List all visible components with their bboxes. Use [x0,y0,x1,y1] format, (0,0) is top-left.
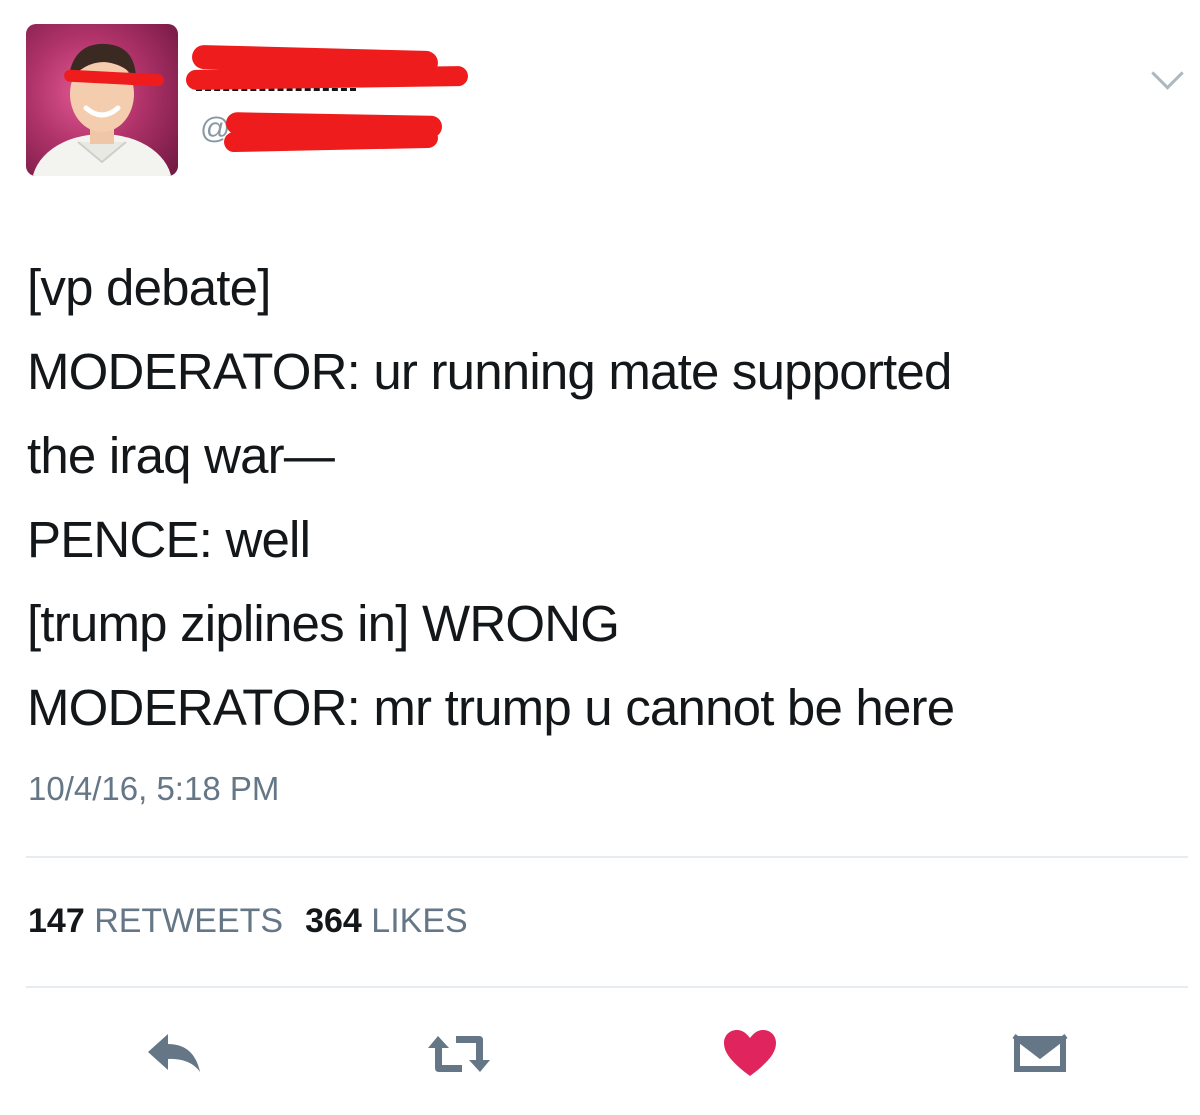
avatar[interactable] [26,24,178,176]
reply-icon [148,1034,200,1072]
redacted-handle-stroke [223,127,439,153]
divider [26,856,1188,858]
direct-message-icon [1012,1034,1068,1072]
retweet-icon [428,1036,490,1072]
retweets-label: RETWEETS [94,902,284,940]
tweet-line: the iraq war— [27,427,335,484]
direct-message-button[interactable] [1010,1028,1070,1080]
likes-label: LIKES [371,902,468,940]
tweet-line: MODERATOR: mr trump u cannot be here [27,679,955,736]
tweet-line: [vp debate] [27,259,271,316]
chevron-down-icon[interactable] [1151,57,1184,90]
engagement-stats: 147 RETWEETS 364 LIKES [28,902,468,941]
tweet-text: [vp debate] MODERATOR: ur running mate s… [27,246,1177,750]
like-button[interactable] [722,1028,782,1080]
tweet-line: PENCE: well [27,511,311,568]
divider [26,986,1188,988]
redacted-display-name-stroke [185,66,469,90]
reply-button[interactable] [144,1028,204,1080]
tweet-timestamp: 10/4/16, 5:18 PM [28,770,280,807]
like-heart-icon [724,1030,776,1076]
tweet-line: [trump ziplines in] WRONG [27,595,620,652]
retweet-button[interactable] [424,1028,490,1080]
tweet-line: MODERATOR: ur running mate supported [27,343,952,400]
retweets-stat[interactable]: 147 RETWEETS [28,902,283,940]
likes-stat[interactable]: 364 LIKES [305,902,468,940]
retweets-count: 147 [28,902,85,940]
likes-count: 364 [305,902,362,940]
